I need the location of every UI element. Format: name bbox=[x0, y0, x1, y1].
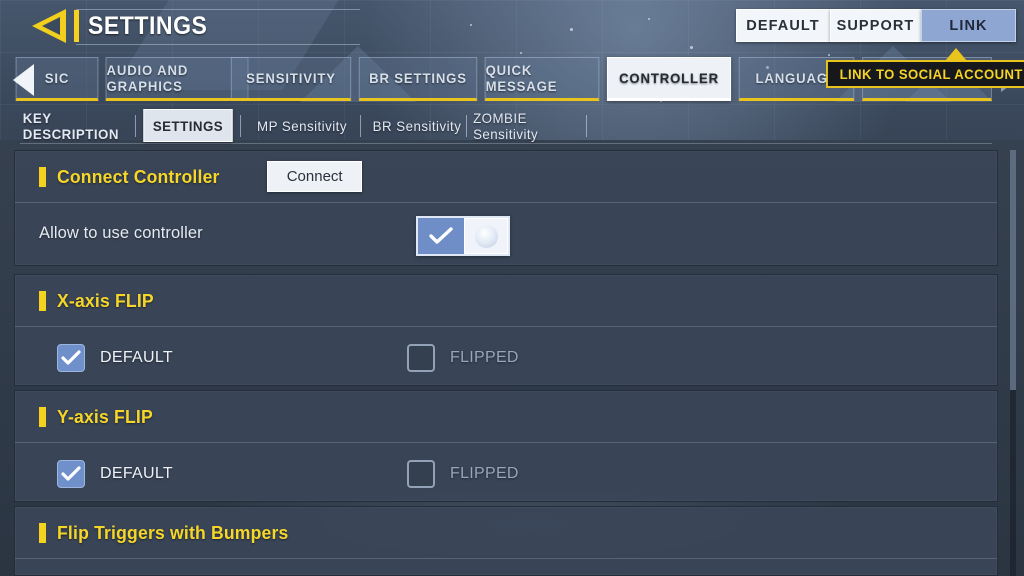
section-tick-icon bbox=[39, 290, 46, 311]
link-tooltip-text: LINK TO SOCIAL ACCOUNT bbox=[839, 66, 1023, 82]
subtab-separator bbox=[240, 115, 241, 137]
checkbox-unchecked-icon[interactable] bbox=[407, 460, 435, 488]
tab-quick-message-label: QUICK MESSAGE bbox=[485, 62, 558, 94]
subtab-key-description[interactable]: KEY DESCRIPTION bbox=[23, 109, 129, 142]
back-button[interactable]: SETTINGS bbox=[26, 4, 218, 48]
subtab-separator bbox=[360, 115, 361, 137]
tab-controller[interactable]: CONTROLLER bbox=[606, 57, 732, 101]
subtab-mp-sensitivity-label: MP Sensitivity bbox=[257, 117, 347, 134]
option-y-axis-default[interactable]: DEFAULT bbox=[57, 460, 173, 488]
section-header-flip-triggers: Flip Triggers with Bumpers bbox=[15, 507, 997, 559]
settings-panel: Connect Controller Connect Allow to use … bbox=[14, 150, 998, 576]
row-label-allow-to-use-controller: Allow to use controller bbox=[39, 223, 203, 242]
option-x-axis-flipped-label: FLIPPED bbox=[450, 349, 519, 366]
tab-audio-and-graphics[interactable]: AUDIO AND GRAPHICS bbox=[105, 57, 249, 101]
option-x-axis-flipped[interactable]: FLIPPED bbox=[407, 344, 519, 372]
tab-sensitivity-label: SENSITIVITY bbox=[246, 70, 336, 86]
section-flip-triggers-with-bumpers: Flip Triggers with Bumpers bbox=[14, 506, 998, 576]
tooltip-pointer-icon bbox=[945, 48, 967, 61]
connect-button[interactable]: Connect bbox=[267, 161, 363, 192]
option-x-axis-default[interactable]: DEFAULT bbox=[57, 344, 173, 372]
tab-basic-label: SIC bbox=[44, 70, 70, 86]
section-title-flip-triggers: Flip Triggers with Bumpers bbox=[57, 521, 289, 543]
subtab-zombie-sensitivity-label: ZOMBIE Sensitivity bbox=[473, 109, 539, 142]
link-button[interactable]: LINK bbox=[921, 9, 1016, 42]
subtab-zombie-sensitivity[interactable]: ZOMBIE Sensitivity bbox=[473, 109, 590, 142]
section-title-connect-controller: Connect Controller bbox=[57, 165, 220, 187]
subtab-settings-label: SETTINGS bbox=[152, 117, 224, 134]
section-y-axis-flip: Y-axis FLIP DEFAULT FLIPPED bbox=[14, 390, 998, 502]
tab-controller-label: CONTROLLER bbox=[619, 70, 719, 86]
section-header-y-axis-flip: Y-axis FLIP bbox=[15, 391, 997, 443]
subtab-mp-sensitivity[interactable]: MP Sensitivity bbox=[248, 109, 356, 142]
panel-scrollbar-thumb[interactable] bbox=[1010, 150, 1016, 390]
option-x-axis-default-label: DEFAULT bbox=[100, 349, 173, 366]
checkmark-icon bbox=[418, 226, 464, 246]
tab-br-settings-label: BR SETTINGS bbox=[369, 70, 467, 86]
default-button[interactable]: DEFAULT bbox=[736, 9, 830, 42]
page-title: SETTINGS bbox=[88, 11, 208, 40]
section-tick-icon bbox=[39, 406, 46, 427]
row-allow-to-use-controller: Allow to use controller bbox=[15, 203, 997, 263]
option-y-axis-default-label: DEFAULT bbox=[100, 465, 173, 482]
section-title-y-axis-flip: Y-axis FLIP bbox=[57, 405, 153, 427]
option-y-axis-flipped-label: FLIPPED bbox=[450, 465, 519, 482]
subtab-separator bbox=[466, 115, 467, 137]
title-accent-bar bbox=[74, 10, 79, 42]
tab-audio-and-graphics-label: AUDIO AND GRAPHICS bbox=[106, 62, 189, 94]
sub-tab-strip: KEY DESCRIPTION SETTINGS MP Sensitivity … bbox=[0, 106, 1024, 146]
circle-knob-icon bbox=[464, 218, 508, 254]
subtab-key-description-label: KEY DESCRIPTION bbox=[22, 109, 119, 142]
section-title-x-axis-flip: X-axis FLIP bbox=[57, 289, 154, 311]
checkbox-unchecked-icon[interactable] bbox=[407, 344, 435, 372]
section-tick-icon bbox=[39, 522, 46, 543]
tab-sensitivity[interactable]: SENSITIVITY bbox=[230, 57, 352, 101]
allow-controller-toggle[interactable] bbox=[416, 216, 510, 256]
checkbox-checked-icon[interactable] bbox=[57, 344, 85, 372]
chevron-left-icon[interactable] bbox=[10, 62, 40, 103]
tab-quick-message[interactable]: QUICK MESSAGE bbox=[484, 57, 600, 101]
option-y-axis-flipped[interactable]: FLIPPED bbox=[407, 460, 519, 488]
checkbox-checked-icon[interactable] bbox=[57, 460, 85, 488]
subtab-br-sensitivity[interactable]: BR Sensitivity bbox=[368, 109, 467, 142]
section-tick-icon bbox=[39, 166, 46, 187]
subtab-settings[interactable]: SETTINGS bbox=[143, 109, 233, 142]
section-header-connect-controller: Connect Controller Connect bbox=[15, 151, 997, 203]
section-header-x-axis-flip: X-axis FLIP bbox=[15, 275, 997, 327]
support-button[interactable]: SUPPORT bbox=[830, 9, 921, 42]
top-bar: SETTINGS DEFAULT SUPPORT LINK bbox=[0, 0, 1024, 54]
back-chevron-icon[interactable] bbox=[26, 6, 72, 46]
link-tooltip: LINK TO SOCIAL ACCOUNT bbox=[826, 60, 1024, 88]
options-row-y-axis-flip: DEFAULT FLIPPED bbox=[15, 443, 997, 505]
subtab-br-sensitivity-label: BR Sensitivity bbox=[372, 117, 462, 134]
section-connect-controller: Connect Controller Connect Allow to use … bbox=[14, 150, 998, 266]
options-row-x-axis-flip: DEFAULT FLIPPED bbox=[15, 327, 997, 389]
subtab-separator bbox=[135, 115, 136, 137]
subtab-separator bbox=[586, 115, 587, 137]
section-x-axis-flip: X-axis FLIP DEFAULT FLIPPED bbox=[14, 274, 998, 386]
panel-scrollbar[interactable] bbox=[1010, 150, 1016, 576]
tab-br-settings[interactable]: BR SETTINGS bbox=[358, 57, 478, 101]
